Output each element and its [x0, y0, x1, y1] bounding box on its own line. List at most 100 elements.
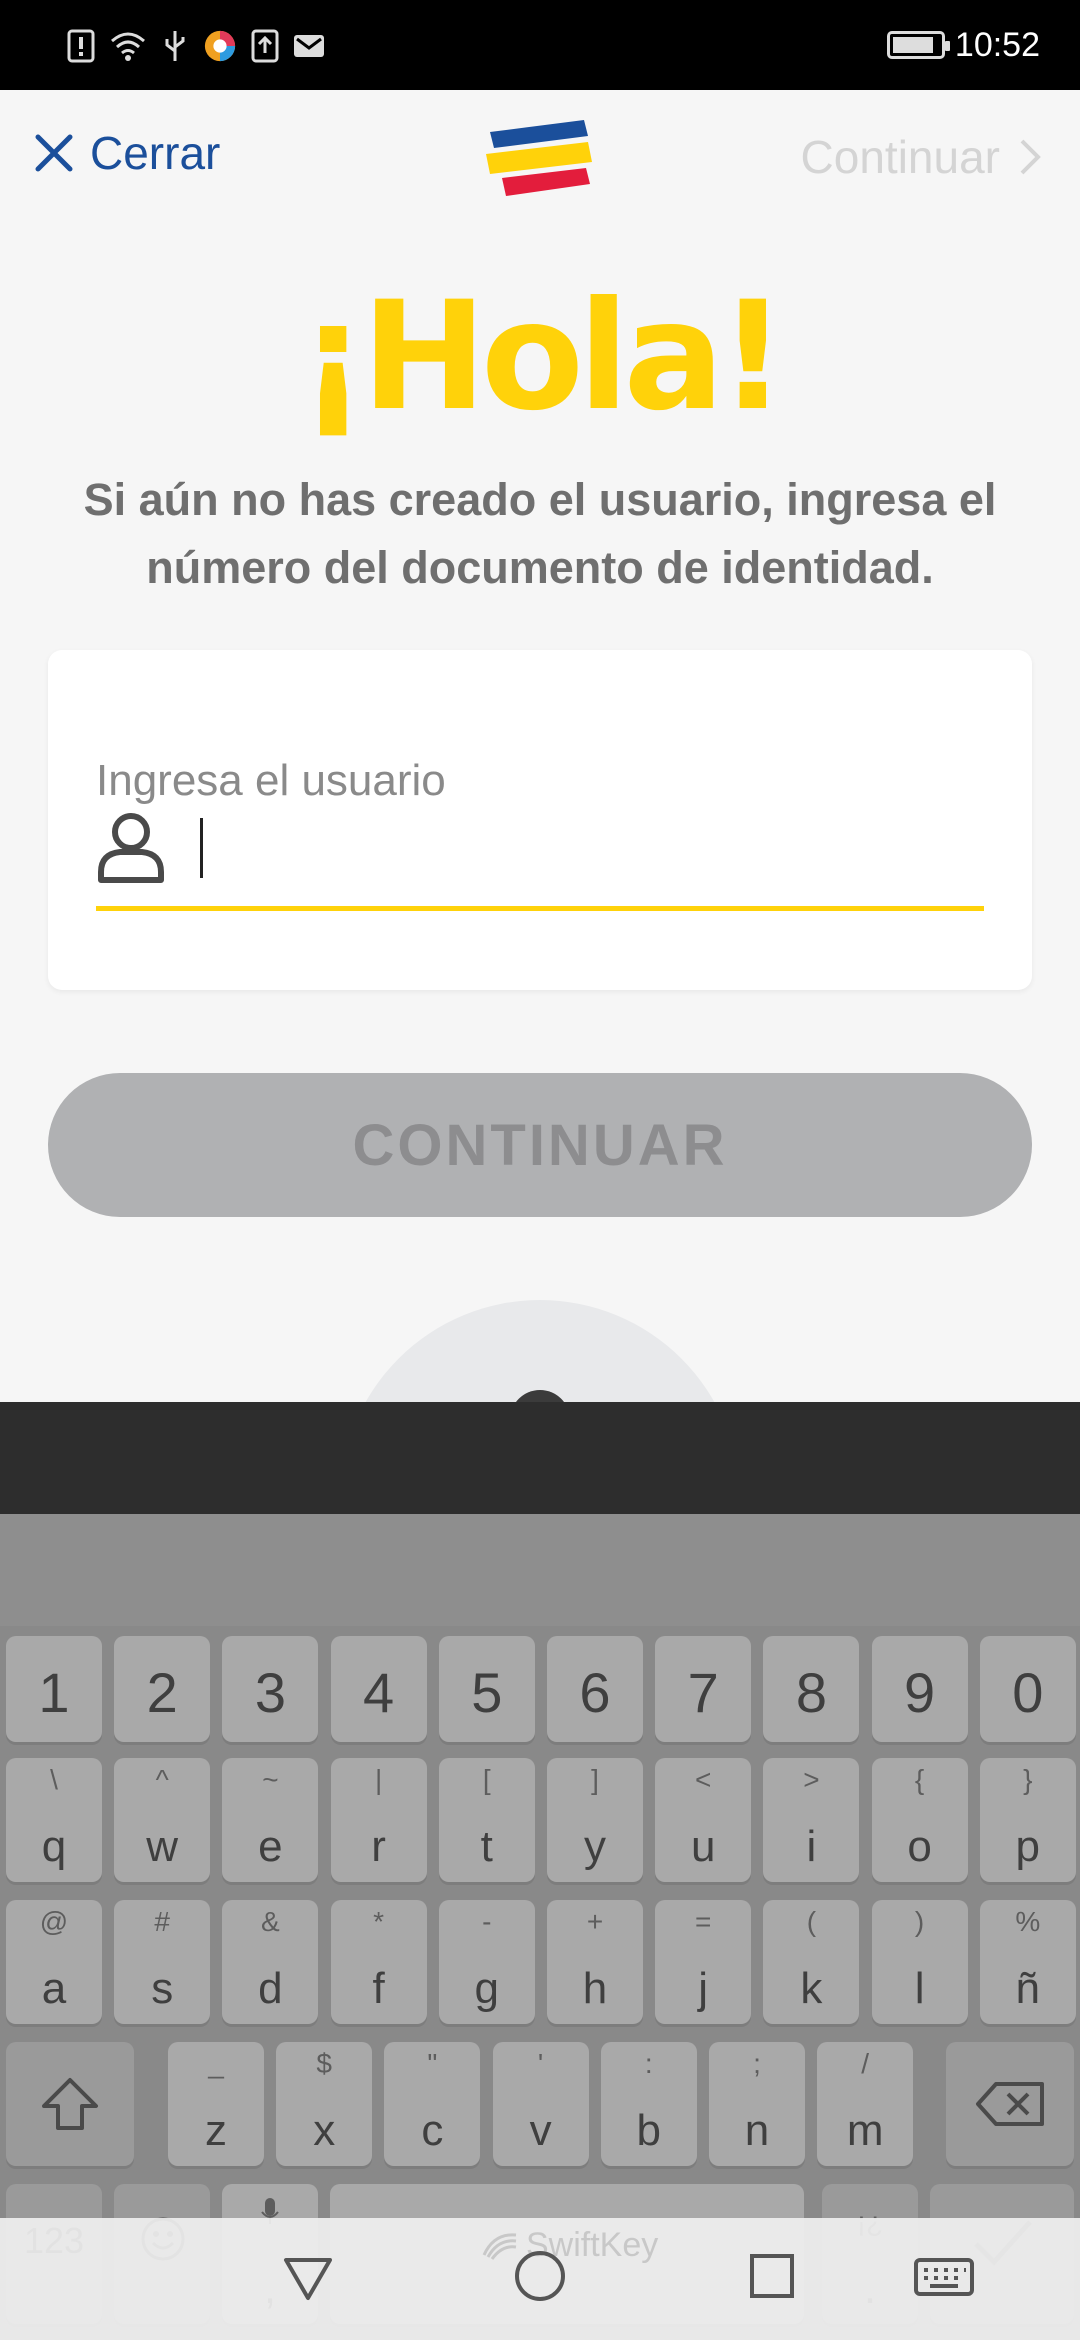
close-icon	[35, 134, 73, 172]
key-label: q	[41, 1822, 67, 1871]
key-alt-label: >	[803, 1764, 820, 1795]
login-screen: Cerrar Continuar ¡Hola! Si aún no has cr…	[0, 90, 1080, 1402]
key-label: x	[313, 2106, 336, 2155]
text-cursor	[200, 818, 203, 878]
keyboard-icon[interactable]	[912, 2246, 976, 2306]
fingerprint-area[interactable]	[340, 1300, 740, 1402]
key-label: 7	[687, 1661, 719, 1724]
key-label: g	[474, 1964, 500, 2013]
key-b[interactable]: :b	[600, 2042, 697, 2166]
key-label: 8	[795, 1661, 827, 1724]
key-5[interactable]: 5	[438, 1636, 535, 1742]
key-label: 5	[471, 1661, 503, 1724]
key-m[interactable]: / m	[817, 2042, 914, 2166]
key-label: k	[800, 1964, 823, 2013]
wifi-icon	[111, 32, 145, 61]
key-alt-label: |	[374, 1764, 383, 1795]
key-q[interactable]: \ q	[6, 1758, 102, 1882]
key-label: 9	[904, 1661, 936, 1724]
key-f[interactable]: * f	[330, 1900, 427, 2024]
key-l[interactable]: ) l	[871, 1900, 968, 2024]
home-icon[interactable]	[510, 2246, 570, 2306]
key-j[interactable]: = j	[655, 1900, 752, 2024]
key-alt-label: ]	[591, 1764, 599, 1795]
key-r[interactable]: | r	[330, 1758, 427, 1882]
key-t[interactable]: [t	[438, 1758, 535, 1882]
key-alt-label: ;	[753, 2048, 761, 2079]
key-alt-label: \	[50, 1764, 58, 1795]
continue-button[interactable]: CONTINUAR	[48, 1073, 1032, 1217]
key-label: 2	[146, 1661, 178, 1724]
key-x[interactable]: $ x	[276, 2042, 373, 2166]
username-input[interactable]	[188, 810, 988, 882]
usb-icon	[165, 31, 185, 61]
key-s[interactable]: # s	[114, 1900, 211, 2024]
key-v[interactable]: ' v	[492, 2042, 589, 2166]
key-label: z	[205, 2106, 227, 2155]
key-u[interactable]: < u	[655, 1758, 752, 1882]
key-6[interactable]: 6	[547, 1636, 643, 1742]
key-o[interactable]: {o	[871, 1758, 968, 1882]
instructions-text: Si aún no has creado el usuario, ingresa…	[83, 474, 997, 593]
key-label: ñ	[1015, 1964, 1041, 2013]
key-alt-label: )	[914, 1906, 925, 1937]
key-y[interactable]: ] y	[547, 1758, 643, 1882]
key-label: f	[372, 1964, 385, 2013]
key-alt-label: &	[261, 1906, 280, 1937]
bank-logo	[486, 120, 592, 196]
key-c[interactable]: " c	[384, 2042, 481, 2166]
key-alt-label: {	[914, 1764, 925, 1795]
key-3[interactable]: 3	[222, 1636, 319, 1742]
key-alt-label: "	[427, 2048, 438, 2079]
key-z[interactable]: _ z	[168, 2042, 264, 2166]
chevron-right-icon	[1020, 139, 1041, 175]
app-notification-icon	[204, 30, 236, 62]
key-a[interactable]: @ a	[6, 1900, 102, 2024]
backspace-key[interactable]	[946, 2042, 1074, 2166]
mail-icon	[294, 35, 324, 57]
navigation-bar: SwiftKey	[0, 2218, 1080, 2340]
key-d[interactable]: & d	[222, 1900, 319, 2024]
key-alt-label: ~	[262, 1764, 279, 1795]
shift-key[interactable]	[6, 2042, 134, 2166]
key-g[interactable]: -g	[438, 1900, 535, 2024]
keyboard-suggestion-bar	[0, 1402, 1080, 1514]
close-button[interactable]: Cerrar	[32, 126, 220, 180]
recents-icon[interactable]	[742, 2246, 802, 2306]
key-label: y	[584, 1822, 606, 1871]
back-icon[interactable]	[278, 2246, 338, 2306]
key-i[interactable]: > i	[763, 1758, 860, 1882]
key-1[interactable]: 1	[6, 1636, 102, 1742]
key-alt-label: %	[1015, 1906, 1041, 1937]
notification-icons	[66, 26, 326, 66]
key-label: l	[914, 1964, 925, 2013]
key-label: d	[258, 1964, 283, 2013]
key-h[interactable]: + h	[547, 1900, 643, 2024]
key-7[interactable]: 7	[655, 1636, 752, 1742]
user-input-card: Ingresa el usuario	[48, 650, 1032, 990]
username-label: Ingresa el usuario	[96, 756, 446, 805]
key-label: a	[41, 1964, 67, 2013]
key-label: s	[151, 1964, 174, 2013]
key-label: o	[907, 1822, 932, 1871]
key-alt-label: <	[695, 1764, 712, 1795]
key-label: n	[744, 2106, 770, 2155]
key-p[interactable]: } p	[979, 1758, 1076, 1882]
key-label: 1	[38, 1661, 70, 1724]
key-n[interactable]: ; n	[709, 2042, 805, 2166]
key-0[interactable]: 0	[979, 1636, 1076, 1742]
key-2[interactable]: 2	[114, 1636, 211, 1742]
key-4[interactable]: 4	[330, 1636, 427, 1742]
key-ñ[interactable]: % ñ	[979, 1900, 1076, 2024]
key-9[interactable]: 9	[871, 1636, 968, 1742]
key-e[interactable]: ~ e	[222, 1758, 319, 1882]
key-w[interactable]: ^ w	[114, 1758, 211, 1882]
key-alt-label: ^	[155, 1764, 169, 1795]
key-label: u	[690, 1822, 716, 1871]
key-alt-label: *	[373, 1906, 385, 1937]
key-alt-label: $	[316, 2048, 332, 2079]
continue-link[interactable]: Continuar	[801, 130, 1044, 184]
key-8[interactable]: 8	[763, 1636, 860, 1742]
key-k[interactable]: (k	[763, 1900, 860, 2024]
key-label: 6	[579, 1661, 611, 1724]
